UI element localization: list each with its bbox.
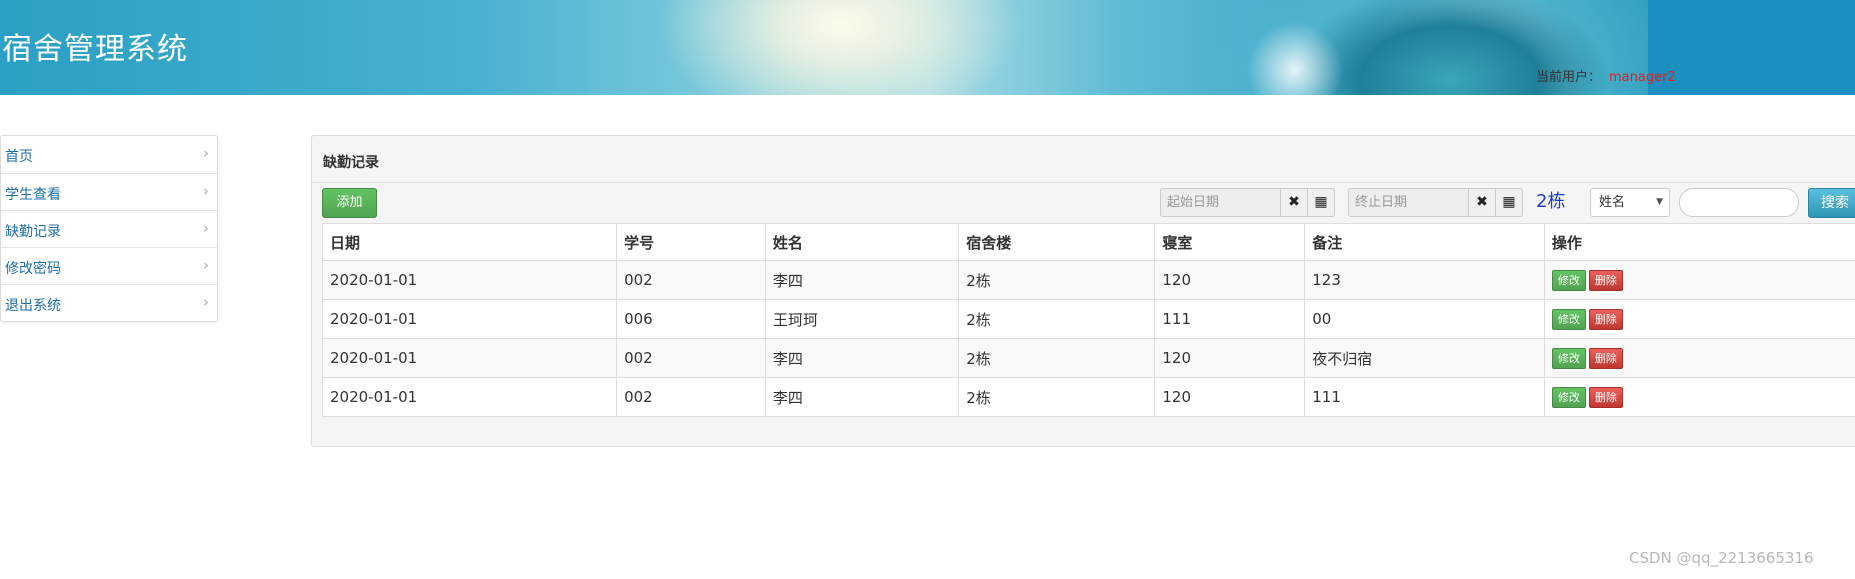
sidebar-nav: 首页 › 学生查看 › 缺勤记录 › 修改密码 › 退出系统 › — [0, 135, 218, 322]
sidebar-item-logout[interactable]: 退出系统 › — [1, 284, 217, 321]
cell-date: 2020-01-01 — [321, 260, 618, 300]
cell-remark: 123 — [1304, 260, 1545, 300]
cell-actions: 修改 删除 — [1543, 338, 1855, 378]
chevron-right-icon: › — [203, 144, 209, 162]
column-header: 姓名 — [764, 223, 960, 261]
cell-remark: 111 — [1304, 377, 1545, 417]
cell-room: 120 — [1154, 338, 1306, 378]
start-date-input[interactable]: 起始日期 — [1160, 188, 1281, 217]
delete-button[interactable]: 删除 — [1588, 308, 1623, 330]
chevron-right-icon: › — [203, 256, 209, 274]
edit-button[interactable]: 修改 — [1551, 308, 1586, 330]
chevron-right-icon: › — [203, 293, 209, 311]
cell-student-id: 002 — [616, 260, 766, 300]
table-row: 2020-01-01 002 李四 2栋 120 111 修改 删除 — [321, 377, 1855, 417]
cell-actions: 修改 删除 — [1543, 260, 1855, 300]
current-user-name: manager2 — [1609, 70, 1676, 85]
column-header: 学号 — [616, 223, 766, 261]
caret-down-icon: ▼ — [1656, 197, 1663, 207]
sidebar-item-home[interactable]: 首页 › — [1, 136, 217, 173]
times-icon[interactable]: ✖ — [1469, 188, 1496, 217]
current-user-label: 当前用户： — [1536, 70, 1602, 85]
table-header-row: 日期 学号 姓名 宿舍楼 寝室 备注 操作 — [321, 223, 1855, 261]
add-button[interactable]: 添加 — [322, 188, 377, 218]
cell-remark: 00 — [1304, 299, 1545, 339]
sidebar-item-label: 首页 — [5, 149, 33, 165]
panel-title: 缺勤记录 — [323, 155, 379, 171]
absence-panel: 缺勤记录 添加 起始日期 ✖ ▦ 终止日期 ✖ ▦ 2栋 姓名 ▼ 搜索 日期 … — [311, 135, 1855, 447]
end-date-input[interactable]: 终止日期 — [1348, 188, 1469, 217]
sidebar-item-label: 学生查看 — [5, 187, 61, 203]
edit-button[interactable]: 修改 — [1551, 269, 1586, 291]
times-icon[interactable]: ✖ — [1281, 188, 1308, 217]
cell-room: 120 — [1154, 260, 1306, 300]
delete-button[interactable]: 删除 — [1588, 347, 1623, 369]
sidebar-item-label: 修改密码 — [5, 261, 61, 277]
search-field-select[interactable]: 姓名 ▼ — [1590, 188, 1670, 217]
cell-student-id: 002 — [616, 377, 766, 417]
sidebar-item-password[interactable]: 修改密码 › — [1, 247, 217, 284]
edit-button[interactable]: 修改 — [1551, 347, 1586, 369]
watermark: CSDN @qq_2213665316 — [1629, 549, 1814, 567]
cell-student-id: 006 — [616, 299, 766, 339]
cell-name: 李四 — [764, 338, 960, 378]
cell-building: 2栋 — [958, 377, 1156, 417]
delete-button[interactable]: 删除 — [1588, 386, 1623, 408]
sidebar-item-students[interactable]: 学生查看 › — [1, 173, 217, 210]
column-header: 备注 — [1304, 223, 1545, 261]
cell-date: 2020-01-01 — [321, 299, 618, 339]
chevron-right-icon: › — [203, 182, 209, 200]
cell-building: 2栋 — [958, 260, 1156, 300]
header-band — [1648, 0, 1855, 95]
cell-actions: 修改 删除 — [1543, 377, 1855, 417]
wave-foam-decoration — [1235, 10, 1355, 95]
column-header: 操作 — [1543, 223, 1855, 261]
cell-actions: 修改 删除 — [1543, 299, 1855, 339]
cell-name: 李四 — [764, 377, 960, 417]
cell-date: 2020-01-01 — [321, 377, 618, 417]
search-field-value: 姓名 — [1599, 195, 1626, 210]
chevron-right-icon: › — [203, 219, 209, 237]
table-row: 2020-01-01 002 李四 2栋 120 夜不归宿 修改 删除 — [321, 338, 1855, 378]
site-title: 宿舍管理系统 — [2, 32, 188, 67]
end-date-group: 终止日期 ✖ ▦ — [1348, 188, 1523, 217]
cell-date: 2020-01-01 — [321, 338, 618, 378]
header-banner: 宿舍管理系统 当前用户： manager2 — [0, 0, 1855, 95]
grid-icon[interactable]: ▦ — [1496, 188, 1523, 217]
search-input[interactable] — [1679, 188, 1799, 217]
cell-name: 王珂珂 — [764, 299, 960, 339]
cell-remark: 夜不归宿 — [1304, 338, 1545, 378]
cell-room: 111 — [1154, 299, 1306, 339]
current-user-info: 当前用户： manager2 — [1536, 66, 1676, 85]
cell-student-id: 002 — [616, 338, 766, 378]
delete-button[interactable]: 删除 — [1588, 269, 1623, 291]
start-date-group: 起始日期 ✖ ▦ — [1160, 188, 1335, 217]
grid-icon[interactable]: ▦ — [1308, 188, 1335, 217]
edit-button[interactable]: 修改 — [1551, 386, 1586, 408]
sidebar-item-absence[interactable]: 缺勤记录 › — [1, 210, 217, 247]
absence-table: 日期 学号 姓名 宿舍楼 寝室 备注 操作 2020-01-01 002 李四 … — [321, 223, 1855, 417]
sidebar-item-label: 缺勤记录 — [5, 224, 61, 240]
panel-divider — [312, 182, 1855, 183]
building-label: 2栋 — [1536, 191, 1566, 212]
column-header: 宿舍楼 — [958, 223, 1156, 261]
table-row: 2020-01-01 006 王珂珂 2栋 111 00 修改 删除 — [321, 299, 1855, 339]
cell-name: 李四 — [764, 260, 960, 300]
column-header: 寝室 — [1154, 223, 1306, 261]
sidebar-item-label: 退出系统 — [5, 298, 61, 314]
cell-building: 2栋 — [958, 299, 1156, 339]
column-header: 日期 — [321, 223, 618, 261]
search-button[interactable]: 搜索 — [1808, 188, 1855, 218]
cell-room: 120 — [1154, 377, 1306, 417]
cell-building: 2栋 — [958, 338, 1156, 378]
table-row: 2020-01-01 002 李四 2栋 120 123 修改 删除 — [321, 260, 1855, 300]
